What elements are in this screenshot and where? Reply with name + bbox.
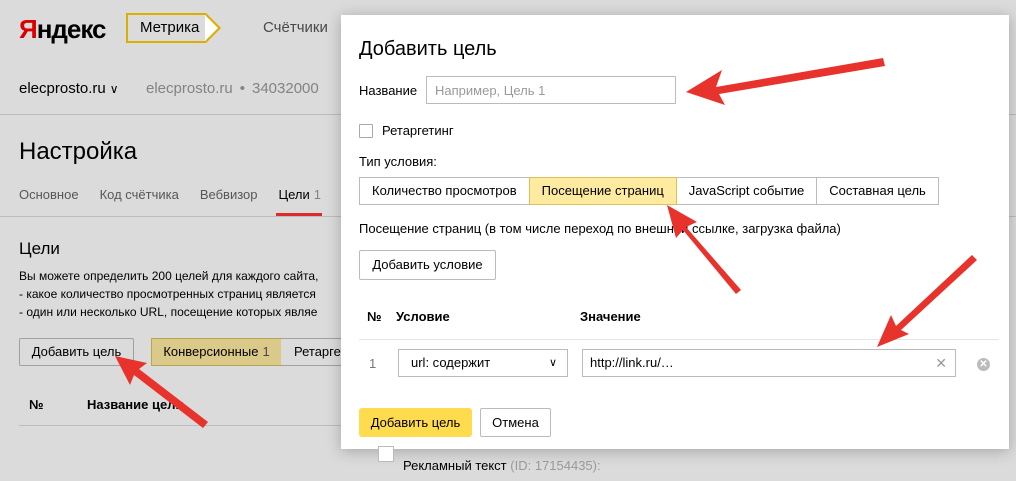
cancel-button[interactable]: Отмена [480,408,551,437]
condition-operator-select[interactable]: url: содержит ∨ [398,349,568,377]
goal-name-label: Название [359,83,418,98]
dialog-title: Добавить цель [359,38,497,60]
condition-type-tabs: Количество просмотров Посещение страниц … [359,177,939,205]
conditions-value-header: Значение [580,309,641,324]
submit-goal-button[interactable]: Добавить цель [359,408,472,437]
retargeting-checkbox[interactable] [359,123,373,138]
condition-row-num: 1 [369,356,377,371]
conditions-condition-header: Условие [396,309,450,324]
condition-type-label: Тип условия: [359,154,437,169]
ad-text-checkbox[interactable] [378,446,394,462]
cond-tab-composite[interactable]: Составная цель [816,177,939,205]
goal-name-input[interactable] [426,76,676,104]
cond-tab-page-visits[interactable]: Посещение страниц [528,177,677,205]
divider [359,339,999,340]
remove-circle-icon[interactable]: ✕ [977,358,990,371]
ad-text-line: Рекламный текст (ID: 17154435): [403,458,601,473]
condition-description: Посещение страниц (в том числе переход п… [359,221,841,236]
cond-tab-js-event[interactable]: JavaScript событие [675,177,818,205]
chevron-down-icon: ∨ [548,357,557,369]
condition-value-input[interactable]: http://link.ru/… ✕ [582,349,956,377]
cond-tab-pageviews[interactable]: Количество просмотров [359,177,530,205]
close-icon[interactable]: ✕ [935,350,947,376]
add-goal-dialog: Добавить цель Название Ретаргетинг Тип у… [341,15,1009,449]
conditions-num-header: № [367,309,382,324]
add-condition-button[interactable]: Добавить условие [359,250,496,280]
retargeting-option[interactable]: Ретаргетинг [359,123,454,138]
